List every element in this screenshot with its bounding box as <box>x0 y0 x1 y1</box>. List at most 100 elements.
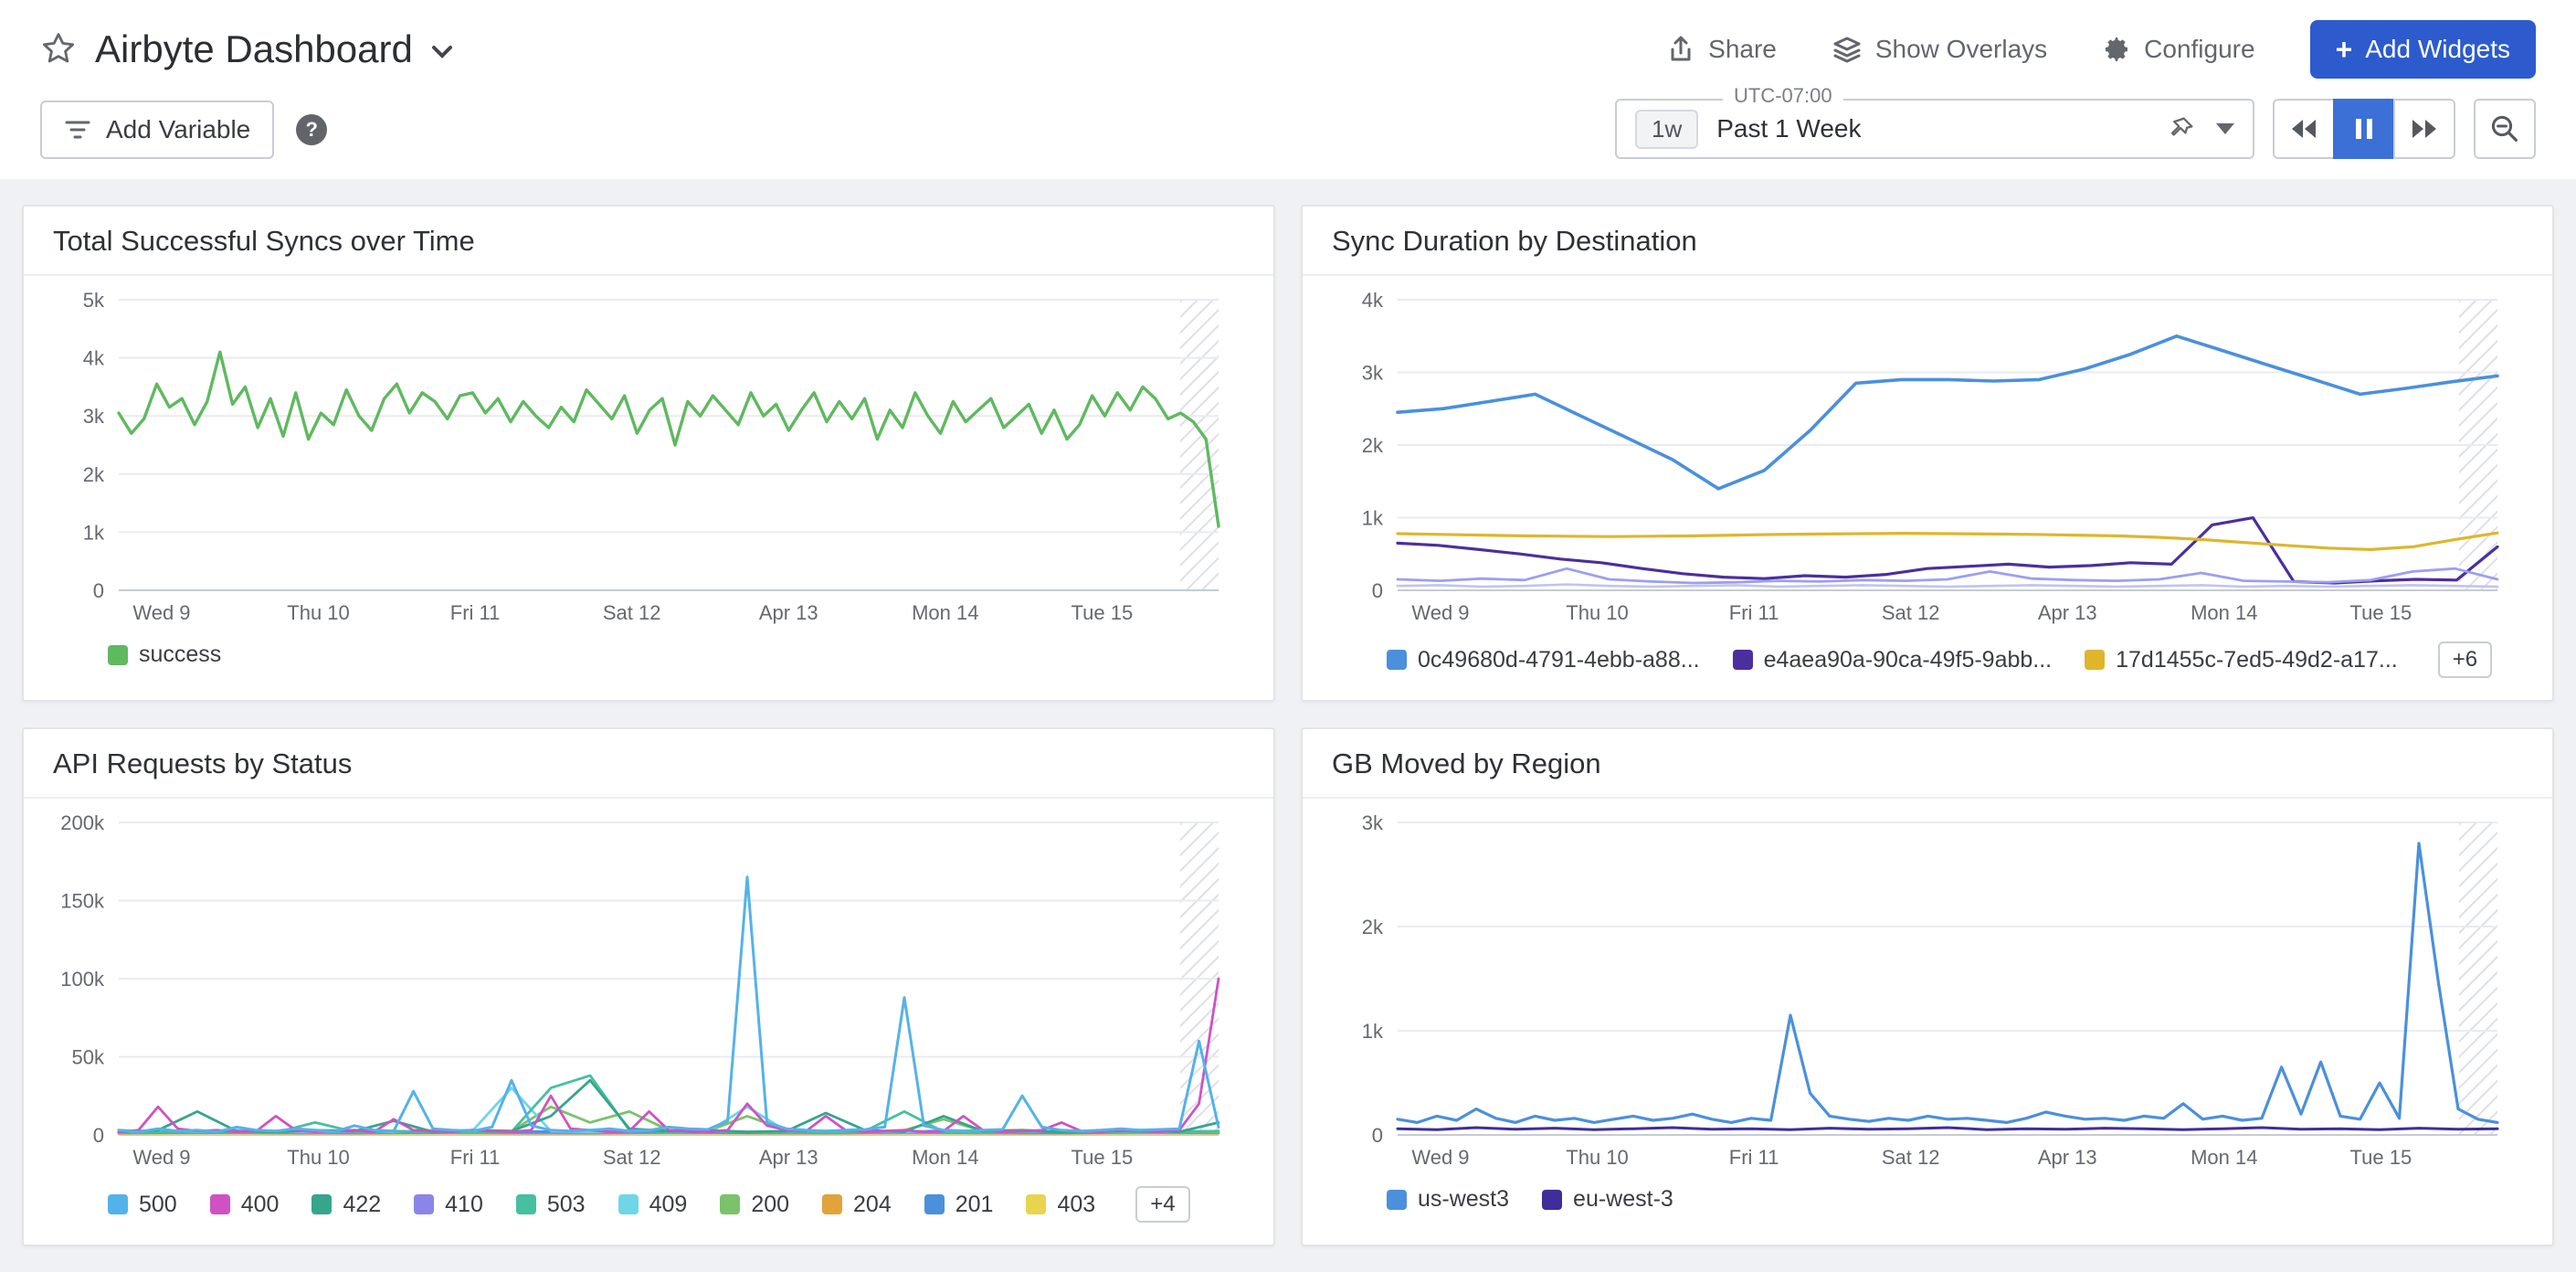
favorite-star-button[interactable] <box>40 31 77 68</box>
help-icon[interactable] <box>296 114 327 145</box>
svg-text:Mon 14: Mon 14 <box>912 1146 978 1169</box>
svg-text:1k: 1k <box>83 521 105 544</box>
widget-title: GB Moved by Region <box>1303 729 2552 799</box>
widget-api-requests-by-status: API Requests by Status 050k100k150k200kW… <box>22 727 1275 1246</box>
svg-text:2k: 2k <box>1362 916 1384 938</box>
svg-text:4k: 4k <box>1362 289 1384 312</box>
time-pause-button[interactable] <box>2333 99 2395 159</box>
svg-text:Sat 12: Sat 12 <box>603 601 661 624</box>
caret-down-icon[interactable] <box>2216 123 2234 134</box>
legend-item[interactable]: 500 <box>108 1192 177 1218</box>
svg-text:Thu 10: Thu 10 <box>287 1146 350 1169</box>
total-successful-syncs-chart[interactable]: 01k2k3k4k5kWed 9Thu 10Fri 11Sat 12Apr 13… <box>35 283 1237 631</box>
legend-item[interactable]: 422 <box>311 1192 381 1218</box>
legend-swatch <box>1026 1194 1046 1214</box>
pause-icon <box>2356 119 2372 139</box>
legend-item[interactable]: 0c49680d-4791-4ebb-a88... <box>1387 647 1700 673</box>
time-forward-button[interactable] <box>2393 99 2455 159</box>
legend-item[interactable]: e4aea90a-90ca-49f5-9abb... <box>1733 647 2053 673</box>
legend-item[interactable]: 403 <box>1026 1192 1095 1218</box>
configure-button[interactable]: Configure <box>2102 35 2254 64</box>
time-range-picker[interactable]: UTC-07:00 1w Past 1 Week <box>1615 99 2254 159</box>
share-label: Share <box>1708 35 1777 64</box>
svg-text:Tue 15: Tue 15 <box>1072 1146 1134 1169</box>
show-overlays-button[interactable]: Show Overlays <box>1832 35 2047 64</box>
share-button[interactable]: Share <box>1666 35 1777 64</box>
legend-item[interactable]: 17d1455c-7ed5-49d2-a17... <box>2085 647 2398 673</box>
legend-item[interactable]: eu-west-3 <box>1542 1186 1673 1213</box>
page-title: Airbyte Dashboard <box>95 27 413 71</box>
legend-more-chip[interactable]: +6 <box>2438 641 2492 678</box>
add-variable-button[interactable]: Add Variable <box>40 101 274 159</box>
legend-label: 409 <box>649 1192 688 1218</box>
svg-text:Mon 14: Mon 14 <box>2191 601 2257 624</box>
chevron-down-icon <box>431 45 453 59</box>
pin-icon[interactable] <box>2169 116 2194 142</box>
sync-duration-chart[interactable]: 01k2k3k4kWed 9Thu 10Fri 11Sat 12Apr 13Mo… <box>1314 283 2516 631</box>
gear-icon <box>2102 35 2131 64</box>
legend-swatch <box>1387 650 1407 670</box>
svg-text:Tue 15: Tue 15 <box>2350 601 2412 624</box>
svg-text:Sat 12: Sat 12 <box>1882 1146 1940 1169</box>
legend-label: 422 <box>343 1192 381 1218</box>
configure-label: Configure <box>2144 35 2254 64</box>
svg-text:Sat 12: Sat 12 <box>603 1146 661 1169</box>
legend-label: e4aea90a-90ca-49f5-9abb... <box>1764 647 2053 673</box>
svg-text:Wed 9: Wed 9 <box>1411 1146 1469 1169</box>
add-variable-label: Add Variable <box>106 115 250 144</box>
legend-item[interactable]: 410 <box>414 1192 483 1218</box>
legend-label: 500 <box>139 1192 177 1218</box>
add-widgets-label: Add Widgets <box>2365 35 2510 64</box>
gb-moved-chart[interactable]: 01k2k3kWed 9Thu 10Fri 11Sat 12Apr 13Mon … <box>1314 806 2516 1175</box>
add-widgets-button[interactable]: + Add Widgets <box>2310 20 2536 79</box>
svg-text:3k: 3k <box>1362 362 1384 385</box>
legend-swatch <box>108 645 128 665</box>
svg-text:0: 0 <box>93 579 104 602</box>
svg-text:Tue 15: Tue 15 <box>2350 1146 2412 1169</box>
svg-text:Sat 12: Sat 12 <box>1882 601 1940 624</box>
legend-item[interactable]: 200 <box>720 1192 789 1218</box>
time-backward-button[interactable] <box>2273 99 2335 159</box>
legend-item[interactable]: 204 <box>822 1192 892 1218</box>
svg-text:Apr 13: Apr 13 <box>2038 1146 2097 1169</box>
svg-text:3k: 3k <box>1362 811 1384 834</box>
legend-swatch <box>2085 650 2105 670</box>
legend-item[interactable]: 409 <box>618 1192 688 1218</box>
svg-text:3k: 3k <box>83 405 105 428</box>
title-dropdown[interactable] <box>431 45 453 59</box>
legend-swatch <box>720 1194 740 1214</box>
legend-label: eu-west-3 <box>1573 1186 1673 1213</box>
legend-label: 503 <box>547 1192 586 1218</box>
svg-text:Wed 9: Wed 9 <box>132 601 190 624</box>
legend-item[interactable]: success <box>108 641 221 668</box>
legend-item[interactable]: 503 <box>516 1192 586 1218</box>
svg-text:Mon 14: Mon 14 <box>912 601 978 624</box>
svg-text:Fri 11: Fri 11 <box>1729 1146 1779 1169</box>
widget-title: API Requests by Status <box>24 729 1273 799</box>
legend-swatch <box>108 1194 128 1214</box>
svg-text:Tue 15: Tue 15 <box>1072 601 1134 624</box>
legend-item[interactable]: us-west3 <box>1387 1186 1509 1213</box>
range-shortcut-chip[interactable]: 1w <box>1635 110 1698 149</box>
svg-text:Thu 10: Thu 10 <box>1566 1146 1629 1169</box>
legend-swatch <box>311 1194 332 1214</box>
show-overlays-label: Show Overlays <box>1875 35 2047 64</box>
api-requests-chart[interactable]: 050k100k150k200kWed 9Thu 10Fri 11Sat 12A… <box>35 806 1237 1175</box>
legend-more-chip[interactable]: +4 <box>1135 1186 1189 1223</box>
star-icon <box>40 31 77 68</box>
legend-item[interactable]: 400 <box>210 1192 280 1218</box>
legend-label: 0c49680d-4791-4ebb-a88... <box>1418 647 1700 673</box>
legend-swatch <box>210 1194 230 1214</box>
legend-label: 400 <box>241 1192 280 1218</box>
chart-legend: 500 400 422 410 503 409 200 204 201 403 +4 <box>24 1175 1273 1245</box>
chart-legend: us-west3 eu-west-3 <box>1303 1175 2552 1235</box>
svg-text:Wed 9: Wed 9 <box>1411 601 1469 624</box>
range-label: Past 1 Week <box>1716 114 1861 143</box>
svg-text:4k: 4k <box>83 347 105 370</box>
widget-sync-duration-by-destination: Sync Duration by Destination 01k2k3k4kWe… <box>1301 205 2554 702</box>
legend-label: 410 <box>445 1192 483 1218</box>
zoom-out-button[interactable] <box>2474 99 2536 159</box>
legend-item[interactable]: 201 <box>924 1192 994 1218</box>
legend-swatch <box>618 1194 639 1214</box>
widget-total-successful-syncs: Total Successful Syncs over Time 01k2k3k… <box>22 205 1275 702</box>
